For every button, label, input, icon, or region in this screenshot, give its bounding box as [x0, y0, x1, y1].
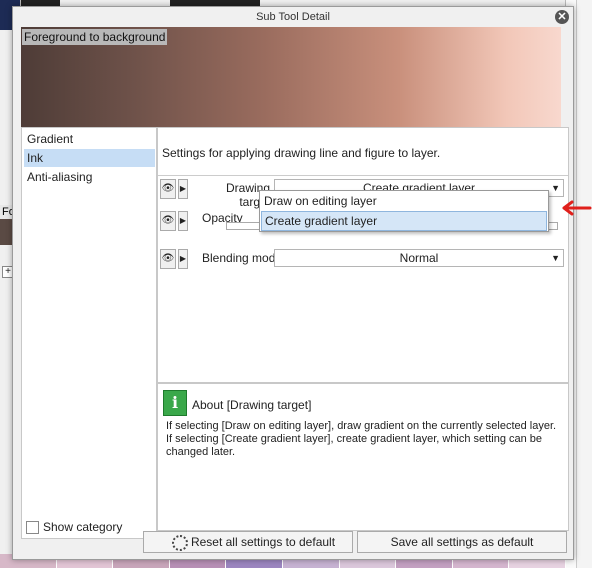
drawing-target-dropdown: Draw on editing layer Create gradient la… — [259, 190, 549, 232]
category-list: Gradient Ink Anti-aliasing Show category — [21, 127, 157, 539]
preview-label: Foreground to background — [22, 29, 168, 45]
category-item-anti-aliasing[interactable]: Anti-aliasing — [24, 168, 155, 186]
reset-icon — [172, 535, 188, 551]
blending-mode-label: Blending mode — [202, 251, 283, 265]
settings-description: Settings for applying drawing line and f… — [162, 146, 441, 160]
show-category-checkbox[interactable] — [26, 520, 39, 534]
eye-icon[interactable]: 👁 — [160, 179, 176, 199]
divider — [158, 175, 568, 176]
eye-icon[interactable]: 👁 — [160, 211, 176, 231]
blending-mode-value: Normal — [399, 251, 439, 265]
expand-arrow-icon[interactable]: ▶ — [178, 249, 188, 269]
expand-arrow-icon[interactable]: ▶ — [178, 179, 188, 199]
annotation-arrow-icon — [562, 200, 592, 216]
blending-mode-controls: 👁 ▶ — [160, 249, 188, 269]
show-category-toggle[interactable]: Show category — [26, 520, 122, 534]
info-icon: i — [163, 390, 187, 416]
expand-arrow-icon[interactable]: ▶ — [178, 211, 188, 231]
opacity-controls: 👁 ▶ — [160, 211, 188, 231]
chevron-down-icon: ▼ — [551, 183, 560, 193]
dropdown-option-create-gradient-layer[interactable]: Create gradient layer — [261, 211, 547, 231]
gradient-preview: Foreground to background — [21, 27, 561, 127]
about-panel: i About [Drawing target] If selecting [D… — [157, 383, 569, 531]
about-title: About [Drawing target] — [192, 398, 312, 412]
eye-icon[interactable]: 👁 — [160, 249, 176, 269]
category-item-ink[interactable]: Ink — [24, 149, 155, 167]
dialog-title: Sub Tool Detail — [256, 11, 330, 23]
reset-settings-button[interactable]: Reset all settings to default — [143, 531, 353, 553]
dropdown-option-draw-on-editing-layer[interactable]: Draw on editing layer — [261, 192, 547, 210]
drawing-target-controls: 👁 ▶ — [160, 179, 188, 199]
close-icon[interactable]: ✕ — [555, 10, 569, 24]
category-item-gradient[interactable]: Gradient — [24, 130, 155, 148]
blending-mode-select[interactable]: Normal ▼ — [274, 249, 564, 267]
about-body: If selecting [Draw on editing layer], dr… — [166, 420, 557, 458]
save-settings-label: Save all settings as default — [390, 535, 534, 549]
save-settings-button[interactable]: Save all settings as default — [357, 531, 567, 553]
chevron-down-icon: ▼ — [551, 253, 560, 263]
settings-panel: Settings for applying drawing line and f… — [157, 127, 569, 383]
show-category-label: Show category — [43, 520, 123, 534]
sub-tool-detail-dialog: Sub Tool Detail ✕ Foreground to backgrou… — [12, 6, 574, 560]
